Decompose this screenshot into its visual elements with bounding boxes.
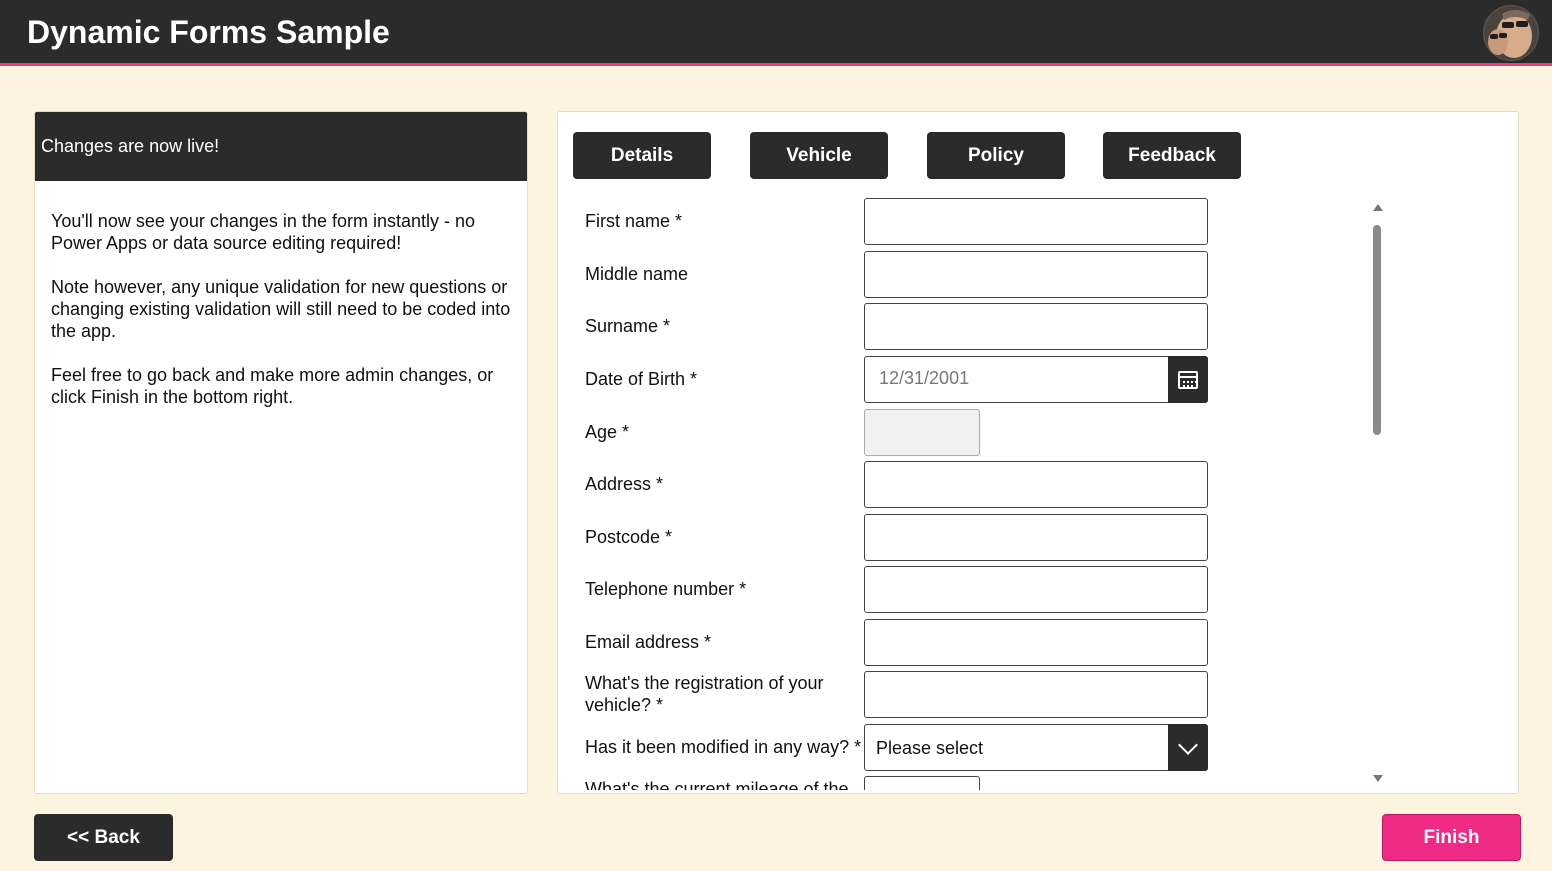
avatar[interactable] bbox=[1483, 5, 1539, 61]
postcode-label: Postcode * bbox=[585, 527, 673, 547]
middle-name-label: Middle name bbox=[585, 264, 689, 284]
user-photo-icon bbox=[1484, 6, 1538, 60]
form-row-surname: Surname * bbox=[558, 303, 1458, 350]
form-row-postcode: Postcode * bbox=[558, 514, 1458, 561]
first-name-input[interactable] bbox=[864, 198, 1208, 245]
tab-policy[interactable]: Policy bbox=[927, 132, 1065, 179]
registration-input[interactable] bbox=[864, 671, 1208, 718]
mileage-input[interactable] bbox=[864, 776, 980, 790]
app-header-bar: Dynamic Forms Sample bbox=[0, 0, 1552, 66]
registration-label: What's the registration of your vehicle?… bbox=[585, 673, 824, 715]
mileage-label: What's the current mileage of the bbox=[585, 779, 849, 790]
telephone-label: Telephone number * bbox=[585, 579, 747, 599]
form-row-telephone: Telephone number * bbox=[558, 566, 1458, 613]
email-label: Email address * bbox=[585, 632, 712, 652]
modified-dropdown[interactable]: Please select bbox=[864, 724, 1208, 771]
scroll-down-arrow-icon[interactable] bbox=[1373, 775, 1383, 782]
scroll-thumb[interactable] bbox=[1373, 225, 1381, 435]
form-panel: Details Vehicle Policy Feedback First na… bbox=[557, 111, 1519, 794]
address-input[interactable] bbox=[864, 461, 1208, 508]
finish-button[interactable]: Finish bbox=[1382, 814, 1521, 861]
form-row-email: Email address * bbox=[558, 619, 1458, 666]
postcode-input[interactable] bbox=[864, 514, 1208, 561]
tab-feedback[interactable]: Feedback bbox=[1103, 132, 1241, 179]
middle-name-input[interactable] bbox=[864, 251, 1208, 298]
modified-selected-value: Please select bbox=[876, 738, 984, 758]
form-row-age: Age * bbox=[558, 409, 1458, 456]
dob-label: Date of Birth * bbox=[585, 369, 698, 389]
form-row-dob: Date of Birth * 12/31/2001 bbox=[558, 356, 1458, 403]
age-input bbox=[864, 409, 980, 456]
app-title: Dynamic Forms Sample bbox=[27, 14, 390, 50]
surname-input[interactable] bbox=[864, 303, 1208, 350]
info-paragraph: Note however, any unique validation for … bbox=[51, 277, 511, 341]
form-row-registration: What's the registration of your vehicle?… bbox=[558, 671, 1458, 718]
address-label: Address * bbox=[585, 474, 664, 494]
info-panel: Changes are now live! You'll now see you… bbox=[34, 111, 528, 794]
modified-label: Has it been modified in any way? * bbox=[585, 737, 862, 757]
chevron-down-icon bbox=[1178, 734, 1198, 755]
tab-vehicle[interactable]: Vehicle bbox=[750, 132, 888, 179]
info-paragraph: You'll now see your changes in the form … bbox=[51, 211, 476, 253]
calendar-icon bbox=[1178, 370, 1198, 389]
scroll-up-arrow-icon[interactable] bbox=[1373, 204, 1383, 211]
dob-value: 12/31/2001 bbox=[879, 368, 970, 388]
first-name-label: First name * bbox=[585, 211, 683, 231]
info-paragraph: Feel free to go back and make more admin… bbox=[51, 365, 494, 407]
form-row-address: Address * bbox=[558, 461, 1458, 508]
form-scrollbar[interactable] bbox=[1371, 204, 1383, 782]
back-button[interactable]: << Back bbox=[34, 814, 173, 861]
dropdown-toggle[interactable] bbox=[1168, 724, 1208, 771]
surname-label: Surname * bbox=[585, 316, 671, 336]
info-panel-header: Changes are now live! bbox=[35, 112, 527, 181]
form-row-mileage: What's the current mileage of the bbox=[558, 776, 1458, 790]
age-label: Age * bbox=[585, 422, 630, 442]
form-row-first-name: First name * bbox=[558, 198, 1458, 245]
email-input[interactable] bbox=[864, 619, 1208, 666]
info-panel-body: You'll now see your changes in the form … bbox=[51, 210, 511, 430]
telephone-input[interactable] bbox=[864, 566, 1208, 613]
form-row-middle-name: Middle name bbox=[558, 251, 1458, 298]
calendar-button[interactable] bbox=[1168, 356, 1208, 403]
dob-date-picker[interactable]: 12/31/2001 bbox=[864, 356, 1208, 403]
tab-details[interactable]: Details bbox=[573, 132, 711, 179]
form-row-modified: Has it been modified in any way? * Pleas… bbox=[558, 724, 1458, 771]
